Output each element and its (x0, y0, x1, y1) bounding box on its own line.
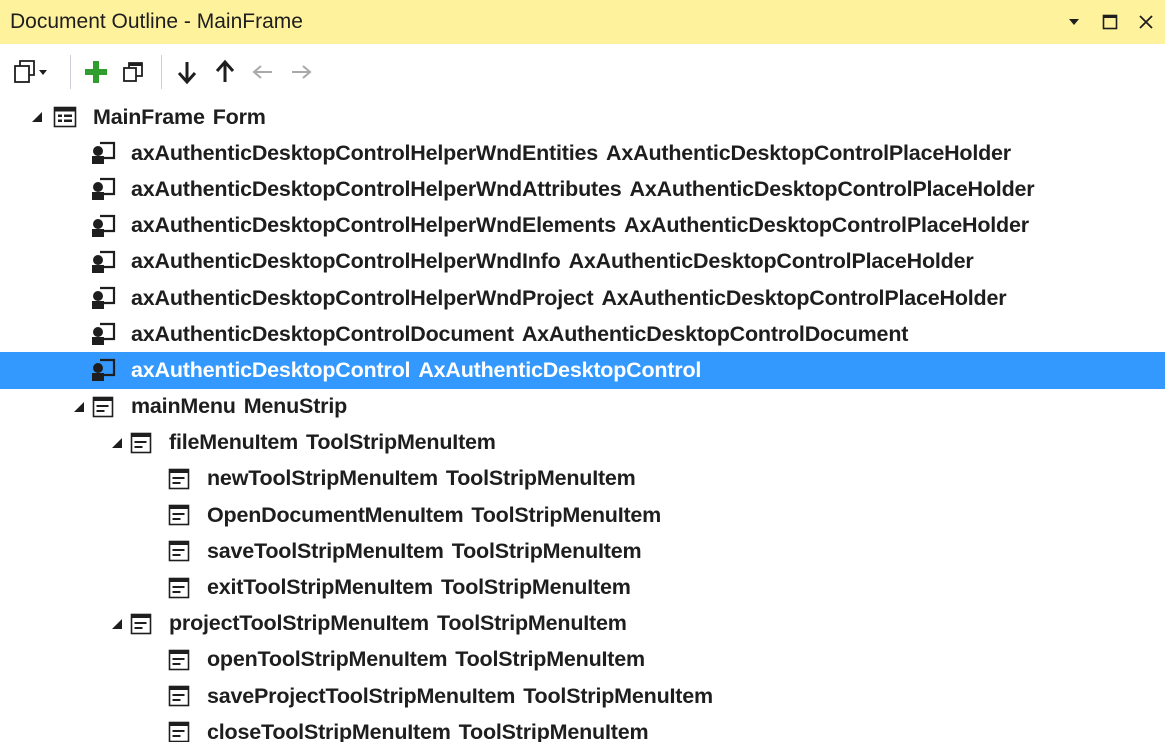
title-controls (1063, 0, 1157, 44)
add-icon[interactable] (81, 54, 111, 90)
expanded-arrow-icon[interactable] (110, 617, 124, 631)
menu-item-icon (166, 502, 192, 528)
node-label: axAuthenticDesktopControlHelperWndInfo Ax… (131, 249, 974, 274)
tree-node-menuitem[interactable]: newToolStripMenuItem ToolStripMenuItem (0, 461, 1165, 497)
move-right-icon[interactable] (286, 54, 316, 90)
activex-control-icon (90, 213, 116, 239)
toolbar-separator (70, 54, 71, 89)
node-label: axAuthenticDesktopControlHelperWndElemen… (131, 213, 1029, 238)
tree-node-control[interactable]: axAuthenticDesktopControlDocument AxAuthe… (0, 316, 1165, 352)
menu-item-icon (166, 719, 192, 742)
close-icon[interactable] (1135, 11, 1157, 33)
tree-node-menuitem[interactable]: exitToolStripMenuItem ToolStripMenuItem (0, 569, 1165, 605)
dropdown-arrow-icon[interactable] (1063, 11, 1085, 33)
activex-control-icon (90, 321, 116, 347)
activex-control-icon (90, 249, 116, 275)
outline-tree: MainFrame Form axAuthenticDesktopControlH… (0, 99, 1165, 742)
node-label: openToolStripMenuItem ToolStripMenuItem (207, 647, 645, 672)
node-label: axAuthenticDesktopControlDocument AxAuthe… (131, 321, 909, 346)
node-label: axAuthenticDesktopControl AxAuthenticDesk… (131, 357, 702, 382)
activex-control-icon (90, 285, 116, 311)
node-label: axAuthenticDesktopControlHelperWndProjec… (131, 285, 1007, 310)
tree-node-menuitem[interactable]: saveToolStripMenuItem ToolStripMenuItem (0, 533, 1165, 569)
form-icon (52, 104, 78, 130)
window-title: Document Outline - MainFrame (10, 10, 303, 33)
activex-control-icon (90, 176, 116, 202)
node-label: fileMenuItem ToolStripMenuItem (169, 430, 496, 455)
node-label: OpenDocumentMenuItem ToolStripMenuItem (207, 502, 662, 527)
node-label: projectToolStripMenuItem ToolStripMenuIte… (169, 611, 627, 636)
activex-control-icon (90, 357, 116, 383)
node-label: axAuthenticDesktopControlHelperWndAttrib… (131, 176, 1035, 201)
activex-control-icon (90, 140, 116, 166)
tree-node-menuitem[interactable]: fileMenuItem ToolStripMenuItem (0, 425, 1165, 461)
node-label: MainFrame Form (93, 104, 266, 129)
node-label: closeToolStripMenuItem ToolStripMenuItem (207, 719, 649, 742)
move-left-icon[interactable] (248, 54, 278, 90)
tree-node-control[interactable]: axAuthenticDesktopControlHelperWndAttrib… (0, 171, 1165, 207)
tree-node-control[interactable]: axAuthenticDesktopControlHelperWndInfo Ax… (0, 244, 1165, 280)
node-label: saveProjectToolStripMenuItem ToolStripMen… (207, 683, 713, 708)
tree-node-control[interactable]: axAuthenticDesktopControlHelperWndEntiti… (0, 135, 1165, 171)
menu-item-icon (128, 430, 154, 456)
tree-node-menustrip[interactable]: mainMenu MenuStrip (0, 389, 1165, 425)
node-label: saveToolStripMenuItem ToolStripMenuItem (207, 538, 642, 563)
expanded-arrow-icon[interactable] (110, 436, 124, 450)
tree-node-menuitem[interactable]: closeToolStripMenuItem ToolStripMenuItem (0, 714, 1165, 742)
menu-item-icon (166, 647, 192, 673)
document-outline-window: Document Outline - MainFrame MainFrame F… (0, 0, 1165, 742)
menu-item-icon (166, 575, 192, 601)
maximize-icon[interactable] (1099, 11, 1121, 33)
menu-item-icon (166, 683, 192, 709)
menu-item-icon (166, 466, 192, 492)
toolbar-separator (161, 54, 162, 89)
tree-node-control-selected[interactable]: axAuthenticDesktopControl AxAuthenticDesk… (0, 352, 1165, 389)
tree-node-menuitem[interactable]: saveProjectToolStripMenuItem ToolStripMen… (0, 678, 1165, 714)
toolbar (0, 44, 1165, 100)
expanded-arrow-icon[interactable] (72, 400, 86, 414)
menu-strip-icon (90, 394, 116, 420)
menu-item-icon (166, 538, 192, 564)
node-label: axAuthenticDesktopControlHelperWndEntiti… (131, 140, 1011, 165)
tree-node-mainframe[interactable]: MainFrame Form (0, 99, 1165, 135)
move-up-icon[interactable] (210, 54, 240, 90)
menu-item-icon (128, 611, 154, 637)
select-dropdown-icon[interactable] (12, 54, 58, 90)
tree-node-menuitem[interactable]: openToolStripMenuItem ToolStripMenuItem (0, 642, 1165, 678)
title-bar[interactable]: Document Outline - MainFrame (0, 0, 1165, 44)
tree-node-menuitem[interactable]: projectToolStripMenuItem ToolStripMenuIte… (0, 606, 1165, 642)
tree-node-control[interactable]: axAuthenticDesktopControlHelperWndProjec… (0, 280, 1165, 316)
node-label: mainMenu MenuStrip (131, 394, 348, 419)
expanded-arrow-icon[interactable] (30, 110, 44, 124)
node-label: exitToolStripMenuItem ToolStripMenuItem (207, 575, 631, 600)
node-label: newToolStripMenuItem ToolStripMenuItem (207, 466, 636, 491)
move-down-icon[interactable] (172, 54, 202, 90)
copy-icon[interactable] (119, 54, 149, 90)
tree-node-control[interactable]: axAuthenticDesktopControlHelperWndElemen… (0, 208, 1165, 244)
tree-node-menuitem[interactable]: OpenDocumentMenuItem ToolStripMenuItem (0, 497, 1165, 533)
